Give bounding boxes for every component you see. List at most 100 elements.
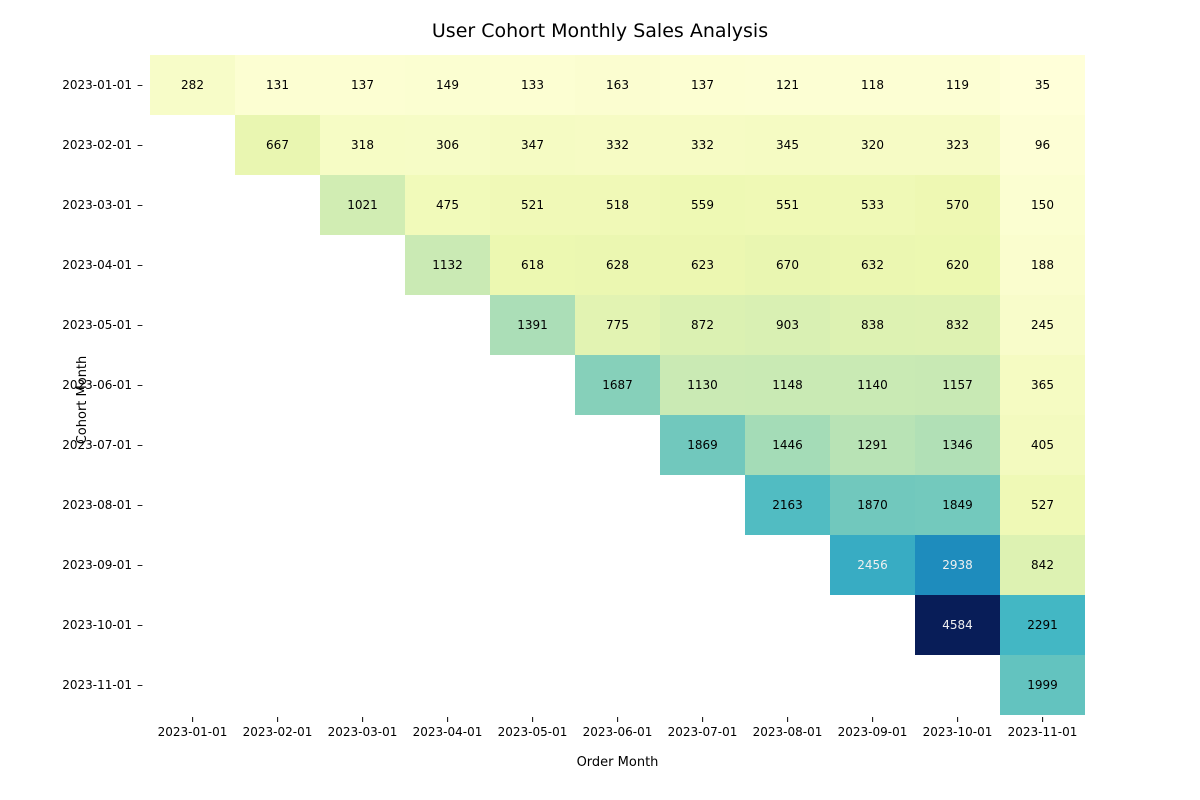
heatmap-cell — [235, 595, 320, 655]
x-tick-label: 2023-02-01 — [243, 717, 313, 739]
heatmap-cell — [150, 415, 235, 475]
heatmap-cell: 903 — [745, 295, 830, 355]
heatmap-cell: 137 — [320, 55, 405, 115]
heatmap-cell: 119 — [915, 55, 1000, 115]
x-axis-label: Order Month — [150, 755, 1085, 770]
heatmap-cell: 282 — [150, 55, 235, 115]
heatmap-cell — [575, 475, 660, 535]
heatmap-cell — [320, 535, 405, 595]
heatmap-cell — [150, 295, 235, 355]
heatmap-cell — [405, 415, 490, 475]
heatmap-cell: 4584 — [915, 595, 1000, 655]
heatmap-cell — [575, 595, 660, 655]
heatmap-cell — [150, 655, 235, 715]
heatmap-cell — [150, 595, 235, 655]
heatmap-cell: 347 — [490, 115, 575, 175]
heatmap-cell — [575, 535, 660, 595]
figure: User Cohort Monthly Sales Analysis Cohor… — [0, 0, 1200, 800]
heatmap-cell: 188 — [1000, 235, 1085, 295]
heatmap-cell: 2938 — [915, 535, 1000, 595]
heatmap-cell — [320, 595, 405, 655]
heatmap-cell — [490, 595, 575, 655]
y-tick-label: 2023-06-01– — [62, 378, 143, 392]
heatmap-cell — [830, 655, 915, 715]
heatmap-cell: 1291 — [830, 415, 915, 475]
heatmap-cell — [915, 655, 1000, 715]
heatmap-cell: 345 — [745, 115, 830, 175]
heatmap-cell: 35 — [1000, 55, 1085, 115]
y-tick-label: 2023-08-01– — [62, 498, 143, 512]
y-tick-label: 2023-04-01– — [62, 258, 143, 272]
y-tick-label: 2023-02-01– — [62, 138, 143, 152]
x-tick-label: 2023-07-01 — [668, 717, 738, 739]
heatmap-grid: 2821311371491331631371211181193566731830… — [150, 55, 1085, 715]
x-tick-label: 2023-03-01 — [328, 717, 398, 739]
heatmap-cell: 131 — [235, 55, 320, 115]
heatmap-cell: 137 — [660, 55, 745, 115]
chart-title: User Cohort Monthly Sales Analysis — [0, 20, 1200, 42]
y-tick-label: 2023-11-01– — [62, 678, 143, 692]
x-tick-label: 2023-05-01 — [498, 717, 568, 739]
heatmap-cell: 1999 — [1000, 655, 1085, 715]
y-tick-label: 2023-09-01– — [62, 558, 143, 572]
heatmap-cell: 1130 — [660, 355, 745, 415]
heatmap-cell — [235, 235, 320, 295]
heatmap-cell: 872 — [660, 295, 745, 355]
heatmap-cell — [235, 175, 320, 235]
x-tick-label: 2023-08-01 — [753, 717, 823, 739]
heatmap-cell — [405, 295, 490, 355]
heatmap-cell — [150, 175, 235, 235]
heatmap-cell: 1346 — [915, 415, 1000, 475]
heatmap-cell: 667 — [235, 115, 320, 175]
heatmap-cell: 323 — [915, 115, 1000, 175]
heatmap-cell: 570 — [915, 175, 1000, 235]
heatmap-cell — [745, 655, 830, 715]
heatmap-cell — [575, 415, 660, 475]
heatmap-cell: 559 — [660, 175, 745, 235]
heatmap-cell: 2291 — [1000, 595, 1085, 655]
heatmap-cell: 618 — [490, 235, 575, 295]
heatmap-cell — [405, 655, 490, 715]
heatmap-cell: 163 — [575, 55, 660, 115]
heatmap-cell — [660, 535, 745, 595]
heatmap-cell: 628 — [575, 235, 660, 295]
heatmap-cell — [235, 295, 320, 355]
heatmap-cell: 405 — [1000, 415, 1085, 475]
heatmap-cell: 1132 — [405, 235, 490, 295]
heatmap-cell — [150, 355, 235, 415]
heatmap-cell: 527 — [1000, 475, 1085, 535]
heatmap-cell — [320, 415, 405, 475]
heatmap-cell: 96 — [1000, 115, 1085, 175]
heatmap-cell: 842 — [1000, 535, 1085, 595]
x-tick-label: 2023-06-01 — [583, 717, 653, 739]
heatmap-cell: 533 — [830, 175, 915, 235]
x-tick-label: 2023-09-01 — [838, 717, 908, 739]
heatmap-cell — [745, 595, 830, 655]
heatmap-cell: 318 — [320, 115, 405, 175]
y-axis-label: Cohort Month — [75, 356, 90, 445]
heatmap-cell: 332 — [660, 115, 745, 175]
heatmap-cell: 475 — [405, 175, 490, 235]
heatmap-cell: 1021 — [320, 175, 405, 235]
heatmap-cell: 632 — [830, 235, 915, 295]
plot-area: 2821311371491331631371211181193566731830… — [150, 55, 1085, 715]
heatmap-cell: 838 — [830, 295, 915, 355]
heatmap-cell — [150, 115, 235, 175]
y-tick-label: 2023-07-01– — [62, 438, 143, 452]
heatmap-cell — [235, 355, 320, 415]
heatmap-cell: 133 — [490, 55, 575, 115]
heatmap-cell: 150 — [1000, 175, 1085, 235]
heatmap-cell: 1140 — [830, 355, 915, 415]
heatmap-cell: 521 — [490, 175, 575, 235]
heatmap-cell — [405, 475, 490, 535]
heatmap-cell: 1849 — [915, 475, 1000, 535]
heatmap-cell: 1869 — [660, 415, 745, 475]
heatmap-cell — [490, 475, 575, 535]
heatmap-cell — [660, 475, 745, 535]
heatmap-cell: 118 — [830, 55, 915, 115]
heatmap-cell — [830, 595, 915, 655]
heatmap-cell — [320, 235, 405, 295]
heatmap-cell: 620 — [915, 235, 1000, 295]
heatmap-cell — [150, 475, 235, 535]
heatmap-cell — [405, 595, 490, 655]
